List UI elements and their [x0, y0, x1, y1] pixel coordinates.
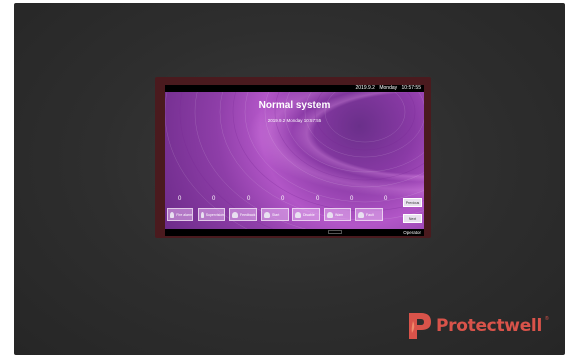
bell-icon [358, 211, 364, 218]
fault-button[interactable]: Fault [355, 208, 383, 221]
feedback-button[interactable]: Feedback [229, 208, 257, 221]
warn-count: 0 [350, 196, 354, 202]
touch-screen: 2019.9.2 Monday 10:57:55 Normal system 2… [165, 85, 424, 236]
protectwell-logo-icon [409, 313, 431, 339]
feedback-count: 0 [247, 196, 251, 202]
bell-icon [295, 211, 301, 218]
user-level: Operator [403, 230, 421, 235]
bell-icon [170, 211, 175, 218]
registered-mark: ® [544, 316, 549, 322]
status-weekday: Monday [379, 85, 398, 91]
bottom-bar-indicator [328, 230, 342, 234]
warn-button[interactable]: Warn [324, 208, 351, 221]
bell-icon [264, 211, 270, 218]
system-datetime: 2019.9.2 Monday 10:57:55 [267, 118, 322, 123]
system-status-title: Normal system [258, 100, 331, 111]
brand-name: Protectwell [436, 316, 542, 336]
status-date: 2019.9.2 [355, 85, 375, 91]
status-bar: 2019.9.2 Monday 10:57:55 [165, 85, 424, 92]
start-count: 0 [281, 196, 285, 202]
disable-count: 0 [316, 196, 320, 202]
bell-icon [232, 211, 238, 218]
status-time: 10:57:55 [401, 85, 421, 91]
supervision-button[interactable]: Supervision [198, 208, 225, 221]
next-button[interactable]: Next [403, 214, 422, 223]
fire-alarm-count: 0 [178, 196, 182, 202]
bottom-bar: Operator [165, 229, 424, 236]
bell-icon [201, 211, 204, 218]
supervision-count: 0 [212, 196, 216, 202]
bell-icon [327, 211, 333, 218]
previous-button[interactable]: Previous [403, 198, 422, 207]
start-button[interactable]: Start [261, 208, 289, 221]
disable-button[interactable]: Disable [292, 208, 320, 221]
fire-alarm-button[interactable]: Fire alarm [167, 208, 193, 221]
brand-logo: Protectwell ® [407, 311, 549, 341]
fault-count: 0 [384, 196, 388, 202]
